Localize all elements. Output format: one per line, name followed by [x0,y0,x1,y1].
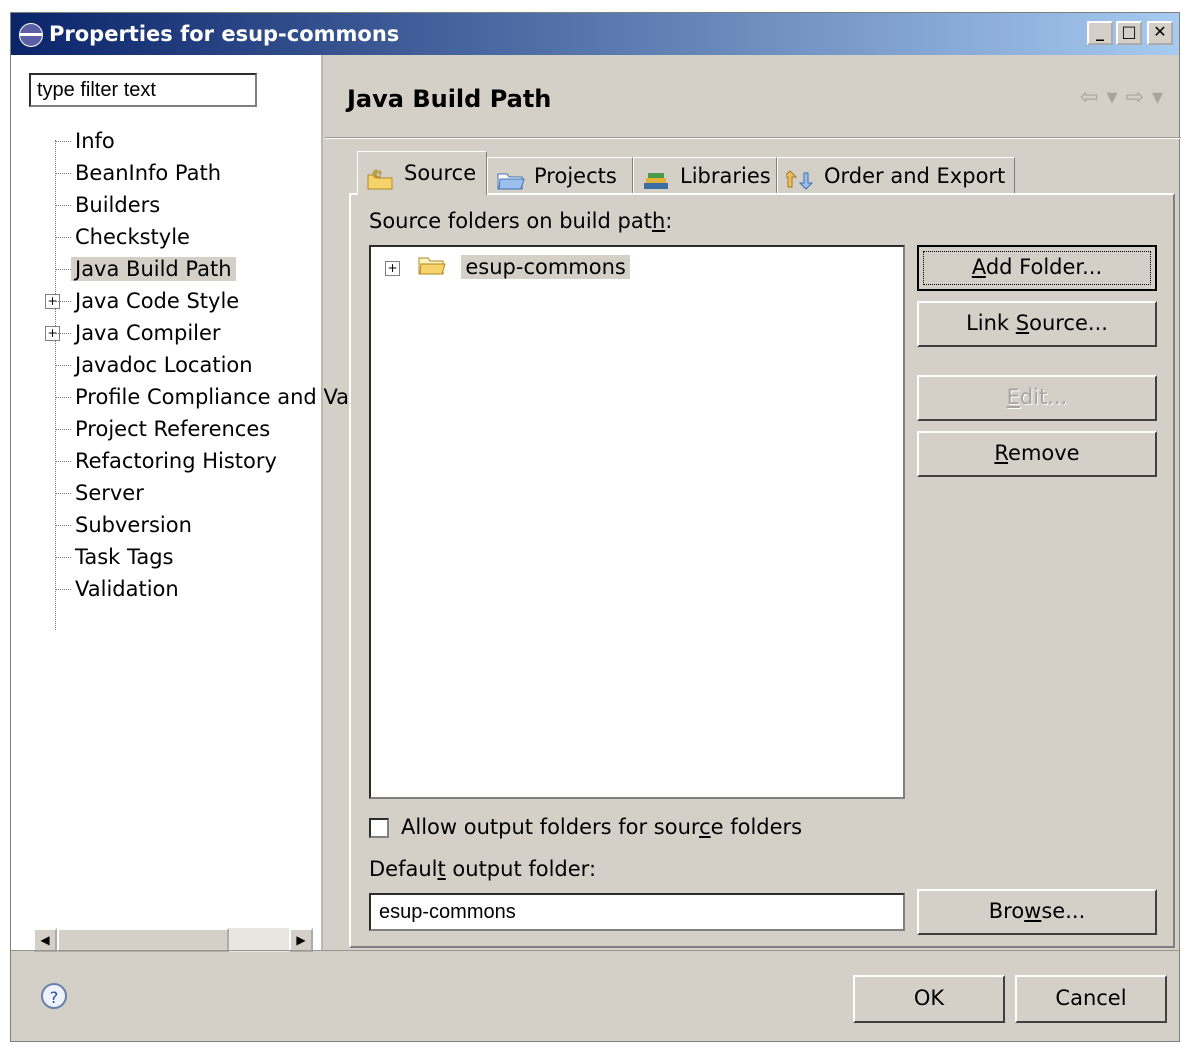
dialog-footer: ? OK Cancel [11,950,1179,1044]
cancel-button[interactable]: Cancel [1015,975,1167,1023]
expand-icon[interactable]: + [385,260,400,276]
tree-item-refactoring-history[interactable]: Refactoring History [51,445,349,477]
history-nav[interactable]: ⇦▾⇨▾ [1080,85,1171,110]
folder-icon [417,254,447,283]
tree-item-subversion[interactable]: Subversion [51,509,349,541]
tree-item-validation[interactable]: Validation [51,573,349,605]
tree-item-checkstyle[interactable]: Checkstyle [51,221,349,253]
tree-item-beaninfo-path[interactable]: BeanInfo Path [51,157,349,189]
horizontal-scrollbar[interactable]: ◀ ▶ [33,928,313,952]
back-menu-icon[interactable]: ▾ [1106,85,1125,110]
eclipse-icon [19,23,43,47]
close-button[interactable]: ✕ [1147,21,1173,45]
title-separator [325,137,1181,139]
source-folder-icon [366,163,396,190]
tab-source[interactable]: Source [357,151,487,195]
forward-icon[interactable]: ⇨ [1126,85,1152,110]
scroll-thumb[interactable] [57,928,229,952]
source-folders-label: Source folders on build path: [369,209,673,233]
tree-item-server[interactable]: Server [51,477,349,509]
allow-output-checkbox[interactable] [369,818,389,838]
add-folder-button[interactable]: Add Folder... [917,245,1157,291]
tree-item-project-references[interactable]: Project References [51,413,349,445]
tab-libraries[interactable]: Libraries [633,157,777,193]
properties-dialog: Properties for esup-commons _ □ ✕ Info B… [10,12,1181,1044]
link-source-button[interactable]: Link Source... [917,301,1157,347]
default-output-field[interactable] [369,893,905,931]
allow-output-label: Allow output folders for source folders [401,815,803,839]
allow-output-folders-option[interactable]: Allow output folders for source folders [369,815,802,839]
page-title: Java Build Path [347,85,552,113]
tree-item-javadoc-location[interactable]: Javadoc Location [51,349,349,381]
ok-button[interactable]: OK [853,975,1005,1023]
tree-item-java-build-path[interactable]: Java Build Path [51,253,349,285]
edit-button[interactable]: Edit... [917,375,1157,421]
navigation-pane: Info BeanInfo Path Builders Checkstyle J… [11,55,349,952]
tree-item-java-compiler[interactable]: + Java Compiler [45,317,349,349]
forward-menu-icon[interactable]: ▾ [1152,85,1171,110]
tree-item-profile-compliance[interactable]: Profile Compliance and Va [51,381,349,413]
properties-tree: Info BeanInfo Path Builders Checkstyle J… [45,125,349,605]
tree-item-info[interactable]: Info [51,125,349,157]
help-icon[interactable]: ? [41,983,67,1009]
order-export-icon [782,166,816,190]
maximize-button[interactable]: □ [1116,21,1142,45]
default-output-label: Default output folder: [369,857,597,881]
scroll-left-icon[interactable]: ◀ [33,928,57,952]
project-folder-icon [496,166,526,190]
filter-input[interactable] [29,73,257,107]
title-bar[interactable]: Properties for esup-commons _ □ ✕ [11,13,1179,55]
remove-button[interactable]: Remove [917,431,1157,477]
source-folders-list[interactable]: + esup-commons [369,245,905,799]
list-item[interactable]: + esup-commons [385,253,630,281]
scroll-right-icon[interactable]: ▶ [289,928,313,952]
tree-item-builders[interactable]: Builders [51,189,349,221]
libraries-icon [642,166,672,189]
tab-projects[interactable]: Projects [487,157,633,193]
source-tab-panel: Source folders on build path: + esup-com… [349,193,1175,948]
browse-button[interactable]: Browse... [917,889,1157,935]
tree-item-java-code-style[interactable]: + Java Code Style [45,285,349,317]
window-title: Properties for esup-commons [49,22,400,46]
tree-item-task-tags[interactable]: Task Tags [51,541,349,573]
minimize-button[interactable]: _ [1087,21,1113,45]
folder-name: esup-commons [461,255,630,279]
tab-order-and-export[interactable]: Order and Export [777,157,1015,193]
page-pane: Java Build Path ⇦▾⇨▾ Source Projects Lib… [325,55,1181,950]
back-icon[interactable]: ⇦ [1080,85,1106,110]
